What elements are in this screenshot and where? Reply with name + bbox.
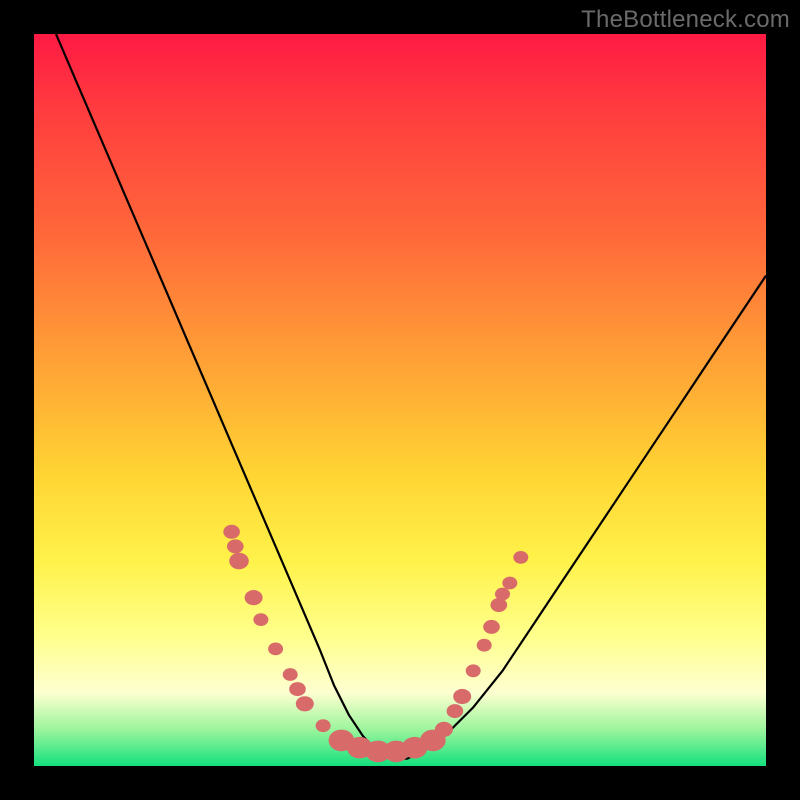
watermark-text: TheBottleneck.com: [581, 6, 790, 34]
chart-marker: [483, 620, 500, 634]
chart-marker: [268, 643, 283, 656]
chart-marker: [245, 590, 263, 605]
chart-marker: [447, 704, 464, 718]
chart-marker: [296, 696, 314, 711]
chart-marker: [223, 525, 240, 539]
chart-marker: [283, 668, 298, 681]
chart-marker: [513, 551, 528, 564]
chart-markers: [223, 525, 528, 762]
outer-frame: TheBottleneck.com: [0, 0, 800, 800]
plot-area: [34, 34, 766, 766]
chart-marker: [229, 553, 249, 570]
chart-marker: [253, 613, 268, 626]
chart-marker: [495, 588, 510, 601]
chart-marker: [453, 689, 471, 704]
chart-marker: [502, 577, 517, 590]
bottleneck-curve: [56, 34, 766, 759]
chart-marker: [316, 719, 331, 732]
chart-marker: [227, 539, 244, 553]
chart-marker: [435, 722, 453, 737]
chart-marker: [466, 664, 481, 677]
chart-marker: [477, 639, 492, 652]
chart-svg: [34, 34, 766, 766]
chart-marker: [289, 682, 306, 696]
